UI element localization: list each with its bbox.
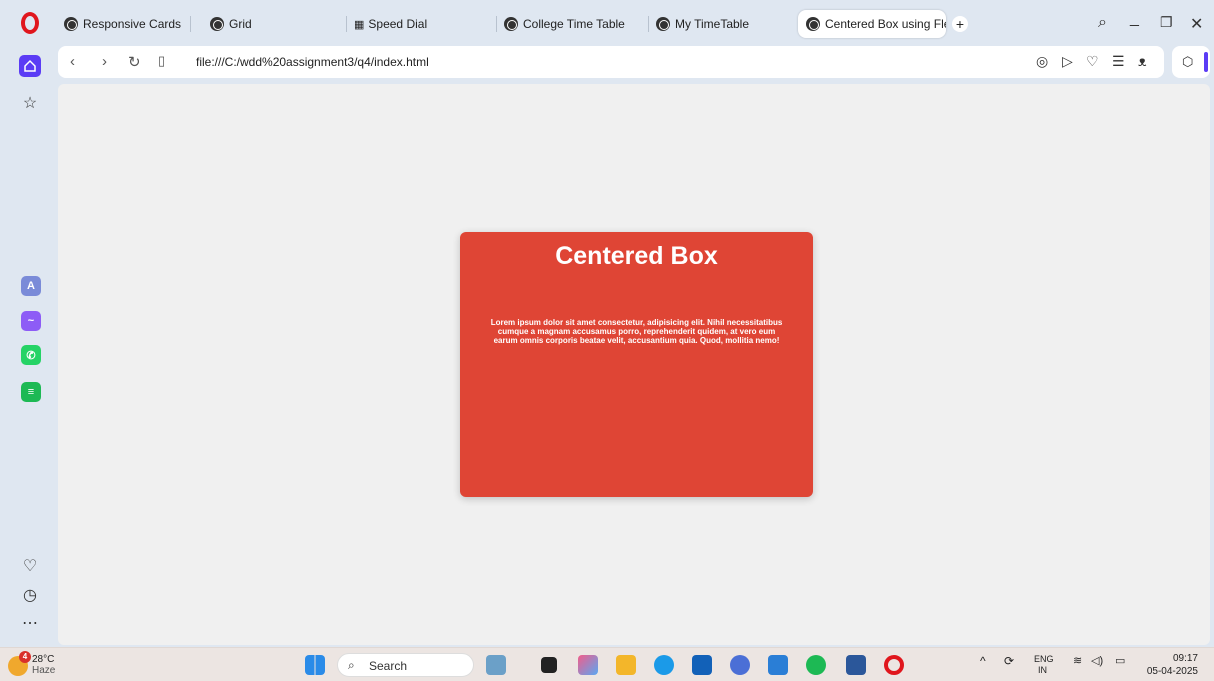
globe-icon — [210, 17, 224, 31]
page-title: Centered Box — [555, 242, 718, 270]
tab-my-timetable[interactable]: My TimeTable — [656, 10, 786, 38]
tab-label: My TimeTable — [675, 17, 750, 31]
lang-bottom: IN — [1038, 665, 1047, 675]
extensions-area: ⬡ — [1172, 46, 1210, 78]
spotify-icon[interactable] — [806, 655, 826, 675]
pinboard-star-icon[interactable]: ☆ — [19, 92, 41, 114]
tab-label: Grid — [229, 17, 252, 31]
lang-top: ENG — [1034, 654, 1054, 664]
close-button[interactable]: ✕ — [1190, 14, 1203, 34]
extensions-cube-icon[interactable]: ⬡ — [1182, 54, 1193, 70]
box-body-text: Lorem ipsum dolor sit amet consectetur, … — [490, 318, 783, 346]
minimize-button[interactable]: _ — [1130, 10, 1139, 28]
reload-icon[interactable]: ↻ — [128, 53, 141, 71]
tray-sync-icon[interactable]: ⟳ — [1004, 654, 1014, 668]
heart-icon[interactable]: ♡ — [1086, 53, 1099, 70]
language-indicator[interactable]: ENG IN — [1034, 654, 1054, 676]
page-info-icon[interactable]: ▯ — [158, 53, 165, 69]
word-icon[interactable] — [846, 655, 866, 675]
globe-icon — [504, 17, 518, 31]
tab-label: College Time Table — [523, 17, 625, 31]
tab-grid[interactable]: Grid — [210, 10, 340, 38]
task-view-icon[interactable] — [541, 657, 557, 673]
copilot-icon[interactable] — [578, 655, 598, 675]
tab-strip: Responsive Cards Grid ▦ Speed Dial Colleg… — [58, 10, 1214, 38]
messenger-app-icon[interactable]: ~ — [21, 311, 41, 331]
back-icon[interactable]: ‹ — [70, 53, 75, 70]
mail-icon[interactable] — [692, 655, 712, 675]
restore-button[interactable]: ❐ — [1160, 14, 1173, 31]
centered-box: Centered Box Lorem ipsum dolor sit amet … — [460, 232, 813, 497]
speed-dial-grid-icon: ▦ — [354, 18, 365, 31]
globe-icon — [806, 17, 820, 31]
m365-icon[interactable] — [730, 655, 750, 675]
weather-temp: 28°C — [32, 654, 55, 665]
url-field[interactable]: file:///C:/wdd%20assignment3/q4/index.ht… — [196, 55, 429, 69]
weather-desc: Haze — [32, 665, 56, 676]
weather-widget[interactable]: 28°C Haze — [32, 654, 55, 676]
globe-icon — [64, 17, 78, 31]
snapshot-camera-icon[interactable]: ◎ — [1036, 53, 1048, 70]
taskbar-search[interactable]: ⌕ Search — [337, 653, 474, 677]
windows-taskbar: 4 28°C Haze ⌕ Search ^ ⟳ ENG IN ≋ ◁) ▭ 0… — [0, 647, 1214, 681]
system-clock[interactable]: 09:17 05-04-2025 — [1147, 652, 1198, 678]
opera-logo-icon[interactable] — [21, 12, 39, 34]
aria-app-icon[interactable]: A — [21, 276, 41, 296]
windows-start-icon[interactable] — [305, 655, 325, 675]
forward-icon[interactable]: › — [102, 53, 107, 70]
tab-label: Centered Box using Flexbo — [825, 17, 946, 31]
search-tabs-icon[interactable]: ⌕ — [1098, 14, 1107, 32]
home-icon — [24, 59, 36, 72]
history-clock-icon[interactable]: ◷ — [19, 584, 41, 606]
wifi-icon[interactable]: ≋ — [1073, 654, 1082, 667]
vscode-icon[interactable] — [768, 655, 788, 675]
tab-college-time-table[interactable]: College Time Table — [504, 10, 644, 38]
tab-label: Speed Dial — [368, 17, 428, 31]
clock-time: 09:17 — [1172, 653, 1198, 664]
tray-chevron-icon[interactable]: ^ — [980, 654, 986, 668]
search-icon: ⌕ — [348, 658, 355, 672]
home-button[interactable] — [19, 55, 41, 77]
send-icon[interactable]: ▷ — [1062, 53, 1073, 70]
travel-app-icon[interactable] — [486, 655, 506, 675]
sidebar-accent-bar — [1204, 52, 1208, 72]
opera-taskbar-icon[interactable] — [884, 655, 904, 675]
clock-date: 05-04-2025 — [1146, 666, 1198, 677]
tab-centered-box[interactable]: Centered Box using Flexbo — [798, 10, 946, 38]
new-tab-button[interactable]: + — [952, 16, 968, 32]
tab-label: Responsive Cards — [83, 17, 182, 31]
globe-icon — [656, 17, 670, 31]
edge-icon[interactable] — [654, 655, 674, 675]
profile-icon[interactable]: ᴥ — [1138, 53, 1147, 69]
whatsapp-app-icon[interactable]: ✆ — [21, 345, 41, 365]
volume-icon[interactable]: ◁) — [1091, 654, 1103, 667]
page-viewport: Centered Box Lorem ipsum dolor sit amet … — [58, 84, 1210, 645]
search-placeholder: Search — [369, 659, 408, 673]
more-dots-icon[interactable]: ⋯ — [19, 612, 41, 634]
heart-icon[interactable]: ♡ — [19, 555, 41, 577]
weather-badge: 4 — [19, 651, 31, 663]
tab-responsive-cards[interactable]: Responsive Cards — [64, 10, 204, 38]
opera-sidebar: ☆ A ~ ✆ ≡ ♡ ◷ ⋯ — [0, 0, 58, 645]
file-explorer-icon[interactable] — [616, 655, 636, 675]
address-bar: ‹ › ↻ ▯ file:///C:/wdd%20assignment3/q4/… — [58, 46, 1164, 78]
easy-setup-icon[interactable]: ☰ — [1112, 53, 1125, 70]
spotify-app-icon[interactable]: ≡ — [21, 382, 41, 402]
battery-icon[interactable]: ▭ — [1115, 654, 1125, 667]
tab-speed-dial[interactable]: ▦ Speed Dial — [354, 10, 494, 38]
